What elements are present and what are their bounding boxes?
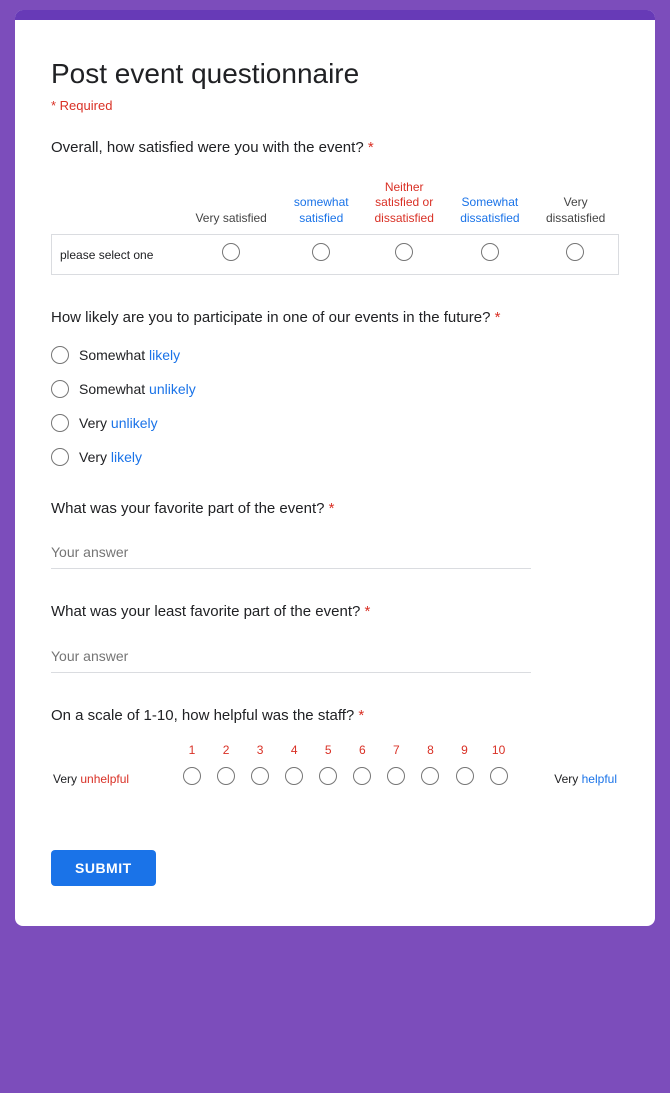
q1-radio-very-dissatisfied[interactable] [533,235,619,275]
q2-option-very-unlikely[interactable]: Very unlikely [51,414,619,432]
q2-option-somewhat-likely[interactable]: Somewhat likely [51,346,619,364]
q1-section: Overall, how satisfied were you with the… [51,137,619,275]
q1-row-label: please select one [52,235,182,275]
q5-section: On a scale of 1-10, how helpful was the … [51,705,619,795]
scale-radio-9[interactable] [447,763,481,794]
q2-radio-very-likely[interactable] [51,448,69,466]
q5-required-star: * [358,707,364,724]
q3-input[interactable] [51,536,531,569]
scale-min-label: Very unhelpful [51,763,175,794]
form-card: Post event questionnaire * Required Over… [15,10,655,926]
scale-num-4: 4 [277,743,311,763]
q2-radio-somewhat-unlikely[interactable] [51,380,69,398]
q1-radio-neither[interactable] [361,235,447,275]
q4-section: What was your least favorite part of the… [51,601,619,673]
q1-label: Overall, how satisfied were you with the… [51,137,619,160]
scale-num-8: 8 [413,743,447,763]
q1-required-star: * [368,139,374,156]
submit-button[interactable]: SUBMIT [51,850,156,886]
q2-section: How likely are you to participate in one… [51,307,619,466]
q2-label-somewhat-unlikely: Somewhat unlikely [79,381,196,397]
scale-radio-6[interactable] [345,763,379,794]
scale-radio-2[interactable] [209,763,243,794]
scale-num-3: 3 [243,743,277,763]
q1-row: please select one [52,235,619,275]
q2-option-very-likely[interactable]: Very likely [51,448,619,466]
col-somewhat-satisfied: somewhatsatisfied [281,176,361,235]
q2-option-somewhat-unlikely[interactable]: Somewhat unlikely [51,380,619,398]
q2-radio-somewhat-likely[interactable] [51,346,69,364]
q5-label: On a scale of 1-10, how helpful was the … [51,705,619,728]
q4-label: What was your least favorite part of the… [51,601,619,624]
scale-num-5: 5 [311,743,345,763]
q2-required-star: * [495,309,501,326]
scale-radio-7[interactable] [379,763,413,794]
scale-num-7: 7 [379,743,413,763]
q2-label-very-unlikely: Very unlikely [79,415,158,431]
q3-label: What was your favorite part of the event… [51,498,619,521]
q1-radio-very-satisfied[interactable] [181,235,281,275]
scale-radio-5[interactable] [311,763,345,794]
form-title: Post event questionnaire [51,58,619,90]
scale-radio-10[interactable] [482,763,516,794]
scale-radio-4[interactable] [277,763,311,794]
scale-num-1: 1 [175,743,209,763]
q3-section: What was your favorite part of the event… [51,498,619,570]
scale-num-10: 10 [482,743,516,763]
q3-required-star: * [329,500,335,517]
required-note: * Required [51,98,619,113]
scale-radio-8[interactable] [413,763,447,794]
q1-radio-somewhat-satisfied[interactable] [281,235,361,275]
col-somewhat-dissatisfied: Somewhatdissatisfied [447,176,533,235]
q2-label-very-likely: Very likely [79,449,142,465]
scale-radio-3[interactable] [243,763,277,794]
q2-label-somewhat-likely: Somewhat likely [79,347,180,363]
q4-input[interactable] [51,640,531,673]
scale-num-2: 2 [209,743,243,763]
scale-row: Very unhelpful Very helpful [51,763,619,794]
scale-num-9: 9 [447,743,481,763]
scale-table: 1 2 3 4 5 6 7 8 9 10 Very unhelpful [51,743,619,794]
col-neither: Neithersatisfied ordissatisfied [361,176,447,235]
q2-label: How likely are you to participate in one… [51,307,619,330]
scale-num-6: 6 [345,743,379,763]
scale-max-label: Very helpful [516,763,619,794]
satisfaction-table: Very satisfied somewhatsatisfied Neither… [51,176,619,276]
q4-required-star: * [365,603,371,620]
col-very-satisfied: Very satisfied [181,176,281,235]
q2-radio-very-unlikely[interactable] [51,414,69,432]
q1-radio-somewhat-dissatisfied[interactable] [447,235,533,275]
scale-radio-1[interactable] [175,763,209,794]
col-very-dissatisfied: Verydissatisfied [533,176,619,235]
